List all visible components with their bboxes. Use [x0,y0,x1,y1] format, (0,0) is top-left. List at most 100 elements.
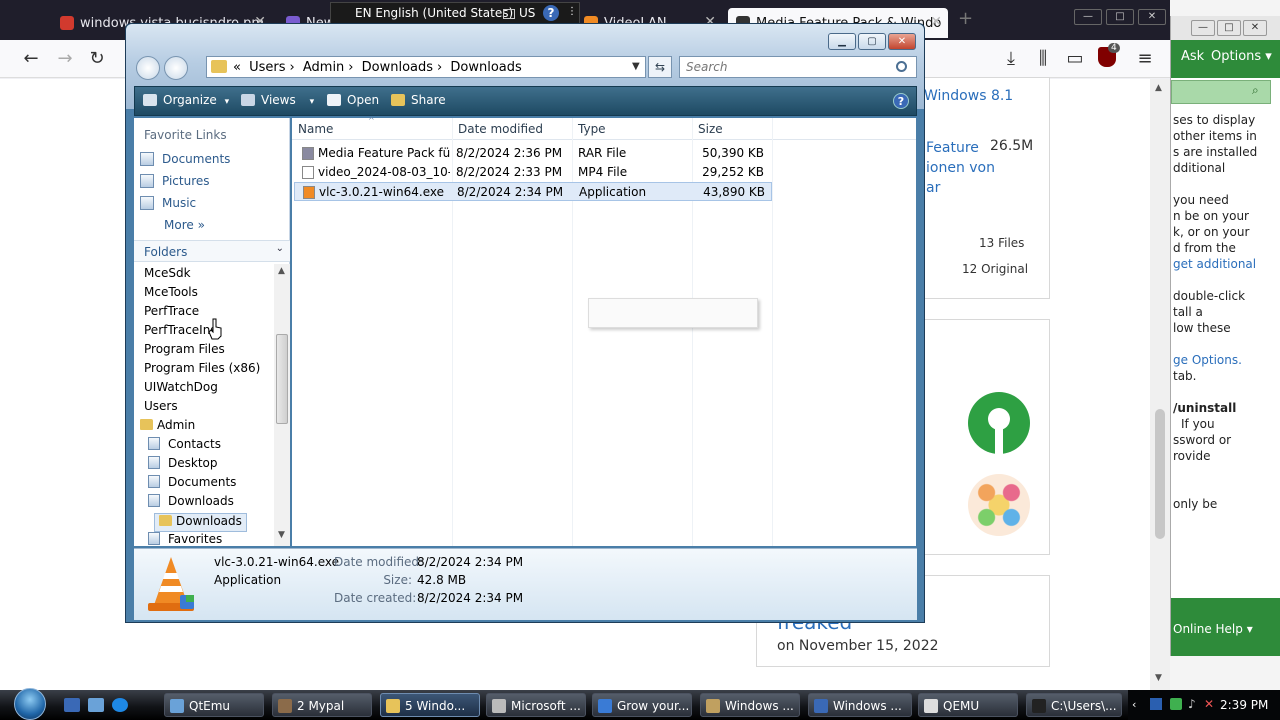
taskbar-item[interactable]: Microsoft ... [486,693,586,717]
online-help-button[interactable]: Online Help ▾ [1173,622,1253,636]
folders-header[interactable]: Folders ⌄ [134,240,290,262]
tree-scrollbar[interactable]: ▲ ▼ [274,264,290,546]
sidebar-icon[interactable]: ▭ [1062,46,1088,72]
column-name[interactable]: Name [298,122,333,136]
views-button[interactable]: Views ▾ [241,93,314,107]
taskbar-item[interactable]: QtEmu [164,693,264,717]
help-icon[interactable]: ? [893,93,909,109]
tree-item[interactable]: Favorites [148,532,222,546]
breadcrumb-item[interactable]: Downloads [450,60,521,75]
tree-item[interactable]: Downloads [148,494,234,513]
library-icon[interactable]: ⫼ [1030,46,1056,72]
breadcrumb-overflow[interactable]: « [233,60,241,75]
minimize-icon[interactable]: — [1191,20,1215,36]
taskbar-item[interactable]: C:\Users\... [1026,693,1122,717]
file-row[interactable]: vlc-3.0.21-win64.exe 8/2/2024 2:34 PM Appl… [294,182,772,201]
breadcrumb-item[interactable]: Admin [303,60,344,75]
scroll-up-icon[interactable]: ▲ [1155,83,1162,93]
download-icon[interactable]: ⤓ [998,46,1024,72]
tree-item[interactable]: Contacts [148,437,221,456]
start-button[interactable] [14,688,46,720]
scroll-down-icon[interactable]: ▼ [278,530,285,540]
tree-item[interactable]: Program Files (x86) [144,361,260,380]
scroll-up-icon[interactable]: ▲ [278,266,285,276]
page-link[interactable]: Feature ionen von ar [926,138,995,198]
help-link[interactable]: get additional [1173,256,1269,272]
column-size[interactable]: Size [698,122,723,136]
favorite-link-music[interactable]: Music [140,196,196,216]
minimize-icon[interactable]: ▁ [828,33,856,50]
page-scrollbar[interactable]: ▲ ▼ [1150,79,1170,690]
sound-muted-icon[interactable]: ✕ [1204,697,1214,711]
file-row[interactable]: Media Feature Pack für... 8/2/2024 2:36 P… [294,144,772,163]
internet-explorer-icon[interactable] [112,698,128,712]
taskbar-item[interactable]: 2 Mypal [272,693,372,717]
tree-item[interactable]: PerfTrace [144,304,199,323]
language-selector[interactable]: EN English (United States) [355,6,513,20]
refresh-icon[interactable]: ⇆ [648,56,672,78]
reload-icon[interactable]: ↻ [84,46,110,72]
address-dropdown-icon[interactable]: ▼ [632,61,640,72]
breadcrumb-item[interactable]: Downloads [362,60,433,75]
scroll-thumb[interactable] [276,334,288,424]
close-icon[interactable]: ✕ [1243,20,1267,36]
tree-item[interactable]: Admin [140,418,195,437]
help-icon[interactable]: ? [543,5,559,21]
options-button[interactable]: Options ▾ [1211,49,1272,64]
network-icon[interactable] [1150,698,1162,710]
back-icon[interactable]: ← [18,46,44,72]
menu-icon[interactable]: ≡ [1132,46,1158,72]
organize-button[interactable]: Organize ▾ [143,93,229,107]
maximize-icon[interactable]: ▢ [858,33,886,50]
file-row[interactable]: video_2024-08-03_10-2... 8/2/2024 2:33 PM… [294,163,772,182]
close-icon[interactable]: ✕ [1138,9,1166,25]
security-icon[interactable] [1170,698,1182,710]
tree-item[interactable]: Program Files [144,342,225,361]
clock[interactable]: 2:39 PM [1220,698,1268,712]
close-icon[interactable]: ✕ [888,33,916,50]
taskbar-item[interactable]: 5 Windo... [380,693,480,717]
maximize-icon[interactable]: □ [1217,20,1241,36]
langbar-options-icon[interactable]: ⋮ [567,6,577,17]
help-link[interactable]: ge Options. [1173,352,1269,368]
more-links-button[interactable]: More » [164,218,205,232]
tree-item[interactable]: PerfTraceIns [144,323,217,342]
taskbar-item[interactable]: Grow your... [592,693,692,717]
switch-windows-icon[interactable] [88,698,104,712]
search-icon[interactable]: ⌕ [1252,83,1259,98]
tree-item[interactable]: Users [144,399,178,418]
tree-item[interactable]: UIWatchDog [144,380,218,399]
new-tab-icon[interactable]: + [958,8,973,29]
breadcrumb-item[interactable]: Users [249,60,285,75]
maximize-icon[interactable]: □ [1106,9,1134,25]
taskbar-item[interactable]: QEMU [918,693,1018,717]
back-icon[interactable] [136,56,160,80]
open-button[interactable]: Open [327,93,379,107]
page-link[interactable]: Windows 8.1 [924,88,1013,104]
tray-expand-icon[interactable]: ‹ [1132,698,1136,711]
share-button[interactable]: Share [391,93,446,107]
taskbar-item[interactable]: Windows ... [700,693,800,717]
tree-item[interactable]: Documents [148,475,236,494]
tree-item[interactable]: MceSdk [144,266,191,285]
ask-button[interactable]: Ask [1181,49,1204,64]
favorite-link-pictures[interactable]: Pictures [140,174,210,194]
scroll-down-icon[interactable]: ▼ [1155,673,1162,683]
forward-icon[interactable] [164,56,188,80]
chevron-right-icon[interactable]: › [437,60,442,75]
address-bar[interactable]: « Users › Admin › Downloads › Downloads [206,56,646,78]
search-icon[interactable] [896,61,907,72]
favorite-link-documents[interactable]: Documents [140,152,230,172]
column-type[interactable]: Type [578,122,606,136]
forward-icon[interactable]: → [52,46,78,72]
volume-icon[interactable]: ♪ [1188,697,1196,711]
tree-item[interactable]: MceTools [144,285,198,304]
column-date-modified[interactable]: Date modified [458,122,543,136]
keyboard-layout[interactable]: US [519,6,535,20]
scroll-thumb[interactable] [1155,409,1165,539]
search-input[interactable]: Search [679,56,917,78]
minimize-icon[interactable]: — [1074,9,1102,25]
help-search-input[interactable]: ⌕ [1171,80,1271,104]
chevron-right-icon[interactable]: › [348,60,353,75]
close-tab-icon[interactable]: ✕ [930,14,942,30]
